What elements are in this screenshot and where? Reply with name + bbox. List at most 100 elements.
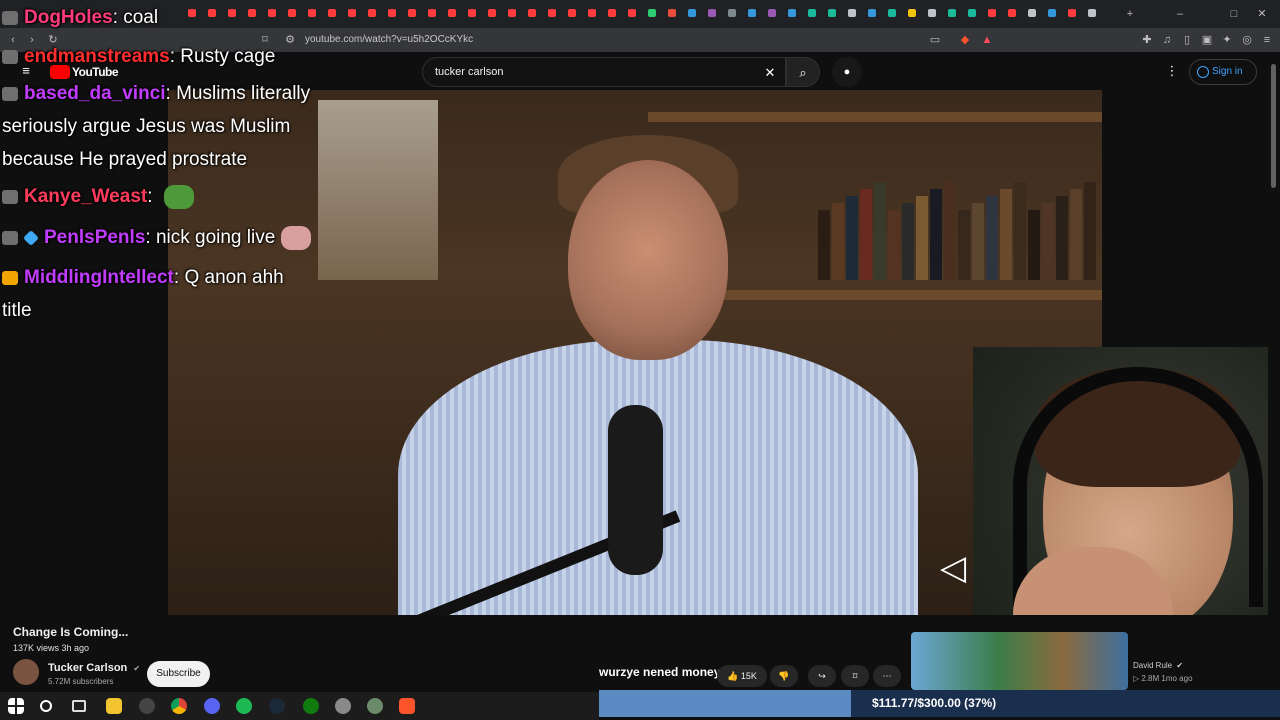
- save-button[interactable]: ⌑: [841, 665, 869, 687]
- menu-icon[interactable]: ≡: [1260, 33, 1274, 47]
- close-window-icon[interactable]: ✕: [1255, 7, 1269, 21]
- rewards-icon[interactable]: ▲: [980, 33, 994, 47]
- vpn-icon[interactable]: ◎: [1240, 33, 1254, 47]
- wallet-icon[interactable]: ▣: [1200, 33, 1214, 47]
- browser-tab[interactable]: [868, 9, 876, 17]
- browser-tab[interactable]: [408, 9, 416, 17]
- browser-tab[interactable]: [1008, 9, 1016, 17]
- browser-tab[interactable]: [888, 9, 896, 17]
- sign-in-button[interactable]: Sign in: [1189, 59, 1257, 85]
- brave-icon[interactable]: [399, 698, 415, 714]
- browser-tab[interactable]: [708, 9, 716, 17]
- extensions-icon[interactable]: ✚: [1140, 33, 1154, 47]
- chevron-left-icon[interactable]: ◁: [940, 548, 974, 588]
- hamburger-menu-icon[interactable]: ≡: [19, 64, 33, 78]
- browser-tab[interactable]: [508, 9, 516, 17]
- obs-icon[interactable]: [139, 698, 155, 714]
- recommended-channel[interactable]: David Rule ✔: [1133, 661, 1183, 670]
- subscribe-button[interactable]: Subscribe: [147, 661, 210, 687]
- recommended-thumbnail[interactable]: [911, 632, 1128, 690]
- maximize-icon[interactable]: □: [1227, 7, 1241, 21]
- browser-tab[interactable]: [688, 9, 696, 17]
- discord-icon[interactable]: [204, 698, 220, 714]
- channel-avatar[interactable]: [13, 659, 39, 685]
- bookmark-icon[interactable]: ⌑: [258, 33, 272, 47]
- browser-tab[interactable]: [1088, 9, 1096, 17]
- browser-tab[interactable]: [428, 9, 436, 17]
- browser-tab[interactable]: [488, 9, 496, 17]
- search-button[interactable]: ⌕: [786, 57, 820, 87]
- leo-icon[interactable]: ✦: [1220, 33, 1234, 47]
- browser-tab[interactable]: [748, 9, 756, 17]
- browser-tab[interactable]: [288, 9, 296, 17]
- spotify-icon[interactable]: [236, 698, 252, 714]
- browser-tab[interactable]: [468, 9, 476, 17]
- page-scrollbar[interactable]: [1268, 52, 1280, 690]
- xbox-icon[interactable]: [303, 698, 319, 714]
- browser-tab[interactable]: [348, 9, 356, 17]
- browser-tab[interactable]: [928, 9, 936, 17]
- task-view-icon[interactable]: [72, 700, 86, 712]
- browser-tab[interactable]: [528, 9, 536, 17]
- browser-tab[interactable]: [948, 9, 956, 17]
- clear-search-icon[interactable]: ✕: [763, 66, 777, 80]
- more-actions-button[interactable]: ⋯: [873, 665, 901, 687]
- steam-icon[interactable]: [269, 698, 285, 714]
- like-button[interactable]: 👍 15K: [717, 665, 767, 687]
- browser-tab[interactable]: [968, 9, 976, 17]
- browser-tab[interactable]: [728, 9, 736, 17]
- browser-tab[interactable]: [588, 9, 596, 17]
- chrome-icon[interactable]: [171, 698, 187, 714]
- brave-shield-icon[interactable]: ◆: [958, 33, 972, 47]
- browser-tab[interactable]: [908, 9, 916, 17]
- browser-tab[interactable]: [208, 9, 216, 17]
- browser-tab[interactable]: [668, 9, 676, 17]
- browser-tab[interactable]: [808, 9, 816, 17]
- share-button[interactable]: ↪: [808, 665, 836, 687]
- sidebar-icon[interactable]: ▯: [1180, 33, 1194, 47]
- browser-tab[interactable]: [328, 9, 336, 17]
- browser-tab[interactable]: [448, 9, 456, 17]
- browser-tab[interactable]: [848, 9, 856, 17]
- browser-tab[interactable]: [368, 9, 376, 17]
- browser-tab[interactable]: [568, 9, 576, 17]
- reload-icon[interactable]: ↻: [46, 33, 60, 47]
- browser-tab[interactable]: [768, 9, 776, 17]
- media-icon[interactable]: ♫: [1160, 33, 1174, 47]
- site-info-icon[interactable]: ⚙: [283, 33, 297, 47]
- browser-tab[interactable]: [548, 9, 556, 17]
- taskbar-search-icon[interactable]: [40, 700, 52, 712]
- app-icon[interactable]: [367, 698, 383, 714]
- windows-start-icon[interactable]: [8, 698, 24, 714]
- channel-name[interactable]: Tucker Carlson ✔: [48, 662, 140, 674]
- scrollbar-thumb[interactable]: [1271, 64, 1276, 188]
- browser-tab[interactable]: [628, 9, 636, 17]
- search-input[interactable]: tucker carlson ✕: [422, 57, 786, 87]
- browser-tab[interactable]: [248, 9, 256, 17]
- browser-tab[interactable]: [228, 9, 236, 17]
- forward-icon[interactable]: ›: [25, 33, 39, 47]
- youtube-logo[interactable]: YouTube: [50, 64, 120, 80]
- more-options-icon[interactable]: ⋮: [1165, 64, 1179, 78]
- browser-tab[interactable]: [648, 9, 656, 17]
- video-player[interactable]: [168, 90, 1102, 615]
- browser-tab[interactable]: [1028, 9, 1036, 17]
- address-bar[interactable]: youtube.com/watch?v=u5h2OCcKYkc: [305, 34, 473, 45]
- cast-icon[interactable]: ▭: [928, 33, 942, 47]
- browser-tab[interactable]: [188, 9, 196, 17]
- browser-tab[interactable]: [1048, 9, 1056, 17]
- browser-tab[interactable]: [828, 9, 836, 17]
- browser-tab[interactable]: [388, 9, 396, 17]
- minimize-icon[interactable]: –: [1173, 7, 1187, 21]
- app-icon[interactable]: [335, 698, 351, 714]
- voice-search-button[interactable]: ●: [832, 57, 862, 87]
- file-explorer-icon[interactable]: [106, 698, 122, 714]
- new-tab-icon[interactable]: +: [1123, 7, 1137, 21]
- browser-tab[interactable]: [1068, 9, 1076, 17]
- dislike-button[interactable]: 👎: [770, 665, 798, 687]
- back-icon[interactable]: ‹: [6, 33, 20, 47]
- browser-tab[interactable]: [308, 9, 316, 17]
- browser-tab[interactable]: [608, 9, 616, 17]
- browser-tab[interactable]: [988, 9, 996, 17]
- browser-tab[interactable]: [268, 9, 276, 17]
